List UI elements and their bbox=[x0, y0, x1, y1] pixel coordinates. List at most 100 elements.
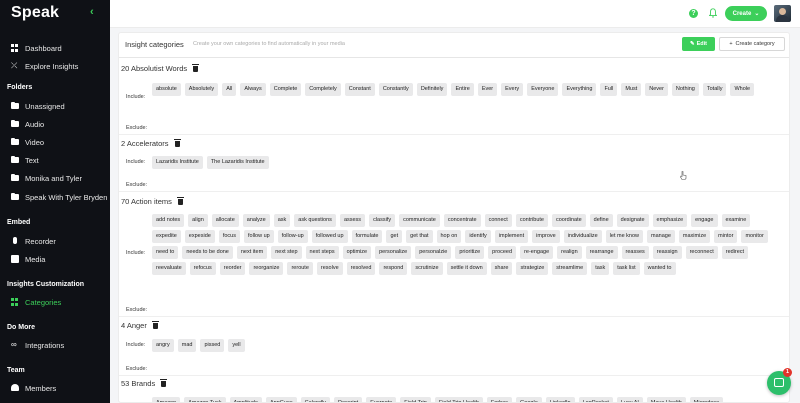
keyword-chip[interactable]: identify bbox=[465, 230, 491, 243]
keyword-chip[interactable]: The Lazaridis Institute bbox=[206, 156, 269, 169]
keyword-chip[interactable]: respond bbox=[379, 262, 408, 275]
keyword-chip[interactable]: AppCues bbox=[265, 397, 297, 402]
sidebar-item-text[interactable]: Text bbox=[0, 152, 110, 168]
keyword-chip[interactable]: pissed bbox=[200, 339, 225, 352]
keyword-chip[interactable]: Totally bbox=[702, 83, 727, 96]
keyword-chip[interactable]: LogRocket bbox=[578, 397, 613, 402]
keyword-chip[interactable]: Calendly bbox=[300, 397, 331, 402]
keyword-chip[interactable]: next steps bbox=[305, 246, 339, 259]
keyword-chip[interactable]: proceed bbox=[488, 246, 517, 259]
keyword-chip[interactable]: Google bbox=[516, 397, 542, 402]
keyword-chip[interactable]: angry bbox=[152, 339, 174, 352]
keyword-chip[interactable]: needs to be done bbox=[182, 246, 233, 259]
keyword-chip[interactable]: Entire bbox=[451, 83, 474, 96]
keyword-chip[interactable]: refocus bbox=[189, 262, 216, 275]
keyword-chip[interactable]: All bbox=[222, 83, 237, 96]
trash-icon[interactable] bbox=[192, 63, 200, 72]
brand-logo[interactable]: Speak bbox=[11, 4, 59, 22]
keyword-chip[interactable]: assess bbox=[339, 214, 366, 227]
keyword-chip[interactable]: reconnect bbox=[685, 246, 718, 259]
keyword-chip[interactable]: focus bbox=[218, 230, 240, 243]
keyword-chip[interactable]: add notes bbox=[152, 214, 185, 227]
keyword-chip[interactable]: reroute bbox=[287, 262, 313, 275]
sidebar-item-audio[interactable]: Audio bbox=[0, 116, 110, 132]
keyword-chip[interactable]: task bbox=[591, 262, 610, 275]
keyword-chip[interactable]: contribute bbox=[515, 214, 548, 227]
keyword-chip[interactable]: optimize bbox=[342, 246, 372, 259]
keyword-chip[interactable]: mad bbox=[177, 339, 197, 352]
sidebar-item-video[interactable]: Video bbox=[0, 134, 110, 150]
create-button[interactable]: Create ⌄ bbox=[725, 6, 767, 21]
keyword-chip[interactable]: need to bbox=[152, 246, 179, 259]
sidebar-item-monika-and-tyler[interactable]: Monika and Tyler bbox=[0, 170, 110, 186]
keyword-chip[interactable]: rearrange bbox=[585, 246, 618, 259]
keyword-chip[interactable]: personalize bbox=[375, 246, 412, 259]
keyword-chip[interactable]: next step bbox=[271, 246, 302, 259]
keyword-chip[interactable]: wanted to bbox=[643, 262, 676, 275]
keyword-chip[interactable]: follow-up bbox=[277, 230, 308, 243]
keyword-chip[interactable]: Always bbox=[240, 83, 266, 96]
keyword-chip[interactable]: Must bbox=[621, 83, 642, 96]
keyword-chip[interactable]: Complete bbox=[269, 83, 302, 96]
trash-icon[interactable] bbox=[151, 320, 159, 329]
sidebar-item-categories[interactable]: Categories bbox=[0, 294, 110, 310]
keyword-chip[interactable]: absolute bbox=[152, 83, 181, 96]
keyword-chip[interactable]: Constantly bbox=[378, 83, 413, 96]
keyword-chip[interactable]: Constant bbox=[344, 83, 375, 96]
keyword-chip[interactable]: prioritize bbox=[455, 246, 485, 259]
keyword-chip[interactable]: redirect bbox=[721, 246, 749, 259]
keyword-chip[interactable]: reassign bbox=[652, 246, 682, 259]
sidebar-item-members[interactable]: Members bbox=[0, 380, 110, 396]
keyword-chip[interactable]: coordinate bbox=[551, 214, 586, 227]
keyword-chip[interactable]: get bbox=[386, 230, 403, 243]
keyword-chip[interactable]: personalzie bbox=[415, 246, 452, 259]
keyword-chip[interactable]: Forbes bbox=[486, 397, 513, 402]
keyword-chip[interactable]: define bbox=[589, 214, 613, 227]
keyword-chip[interactable]: Every bbox=[501, 83, 524, 96]
keyword-chip[interactable]: Descript bbox=[334, 397, 363, 402]
trash-icon[interactable] bbox=[160, 378, 168, 387]
keyword-chip[interactable]: Field Trip Health bbox=[434, 397, 483, 402]
keyword-chip[interactable]: reevaluate bbox=[152, 262, 186, 275]
keyword-chip[interactable]: monitor bbox=[741, 230, 768, 243]
keyword-chip[interactable]: settle it down bbox=[446, 262, 487, 275]
keyword-chip[interactable]: improve bbox=[532, 230, 560, 243]
create-category-button[interactable]: + Create category bbox=[719, 37, 785, 51]
sidebar-item-media[interactable]: Media bbox=[0, 251, 110, 267]
keyword-chip[interactable]: concentrate bbox=[443, 214, 481, 227]
keyword-chip[interactable]: Nothing bbox=[671, 83, 699, 96]
keyword-chip[interactable]: designate bbox=[616, 214, 649, 227]
keyword-chip[interactable]: Absolutely bbox=[184, 83, 219, 96]
keyword-chip[interactable]: realign bbox=[557, 246, 582, 259]
keyword-chip[interactable]: mintor bbox=[714, 230, 738, 243]
keyword-chip[interactable]: re-engage bbox=[520, 246, 554, 259]
keyword-chip[interactable]: reorganize bbox=[249, 262, 284, 275]
keyword-chip[interactable]: hop on bbox=[436, 230, 462, 243]
exclude-field[interactable] bbox=[152, 182, 352, 190]
keyword-chip[interactable]: communicate bbox=[399, 214, 440, 227]
sidebar-item-recorder[interactable]: Recorder bbox=[0, 233, 110, 249]
keyword-chip[interactable]: Amplitude bbox=[229, 397, 262, 402]
keyword-chip[interactable]: resolved bbox=[346, 262, 376, 275]
keyword-chip[interactable]: follow up bbox=[243, 230, 274, 243]
keyword-chip[interactable]: ask bbox=[273, 214, 291, 227]
keyword-chip[interactable]: connect bbox=[484, 214, 512, 227]
keyword-chip[interactable]: maximize bbox=[678, 230, 711, 243]
sidebar-item-unassigned[interactable]: Unassigned bbox=[0, 98, 110, 114]
keyword-chip[interactable]: Ever bbox=[477, 83, 498, 96]
help-icon[interactable]: ? bbox=[689, 9, 698, 18]
keyword-chip[interactable]: expedite bbox=[152, 230, 181, 243]
avatar[interactable] bbox=[774, 5, 791, 22]
keyword-chip[interactable]: Full bbox=[600, 83, 618, 96]
sidebar-item-speak-with-tyler-bryden[interactable]: Speak With Tyler Bryden bbox=[0, 189, 110, 205]
keyword-chip[interactable]: share bbox=[490, 262, 513, 275]
keyword-chip[interactable]: Evernote bbox=[366, 397, 397, 402]
keyword-chip[interactable]: emphasize bbox=[652, 214, 688, 227]
collapse-sidebar-icon[interactable]: ‹ bbox=[90, 6, 94, 18]
keyword-chip[interactable]: Amazon bbox=[152, 397, 181, 402]
keyword-chip[interactable]: Microdose bbox=[689, 397, 724, 402]
keyword-chip[interactable]: align bbox=[188, 214, 208, 227]
exclude-field[interactable] bbox=[152, 366, 352, 374]
chat-button[interactable]: 1 bbox=[767, 368, 792, 395]
keyword-chip[interactable]: allocate bbox=[211, 214, 239, 227]
